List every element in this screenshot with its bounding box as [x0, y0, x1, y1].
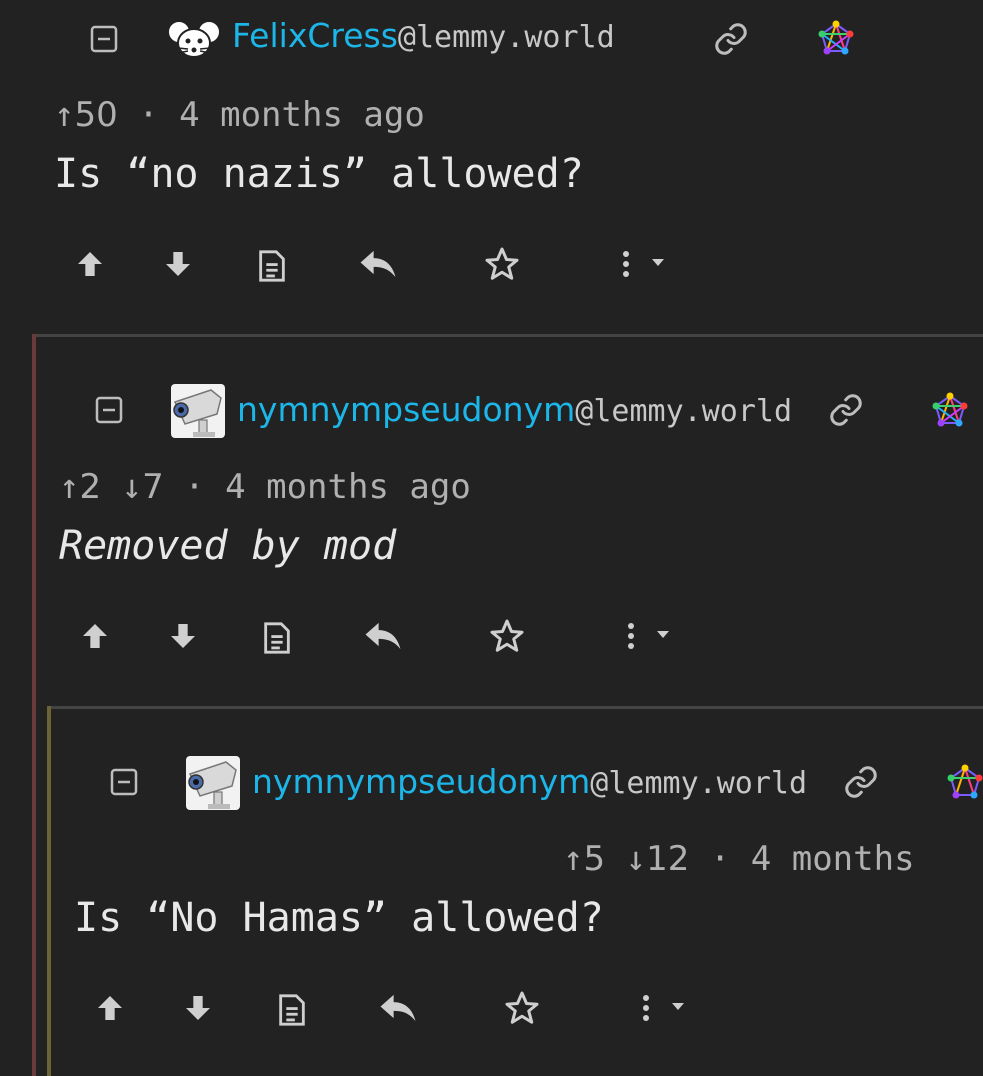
- thread-divider: [47, 706, 983, 709]
- username-link[interactable]: nymnympseudonym@lemmy.world: [252, 762, 807, 804]
- link-icon[interactable]: [843, 764, 879, 800]
- view-source-button[interactable]: [255, 616, 299, 660]
- instance: @lemmy.world: [590, 766, 808, 801]
- mouse-avatar-icon[interactable]: [166, 18, 222, 60]
- save-star-button[interactable]: [485, 614, 529, 658]
- upvote-count: 2: [79, 467, 102, 507]
- link-icon[interactable]: [828, 392, 864, 428]
- thread-border: [32, 334, 36, 1076]
- downvote-count-icon: ↓: [121, 467, 143, 507]
- comment-meta: ↑2 ↓7 · 4 months ago: [59, 467, 471, 507]
- view-source-button[interactable]: [270, 988, 314, 1032]
- view-source-button[interactable]: [250, 244, 294, 288]
- camera-avatar-icon[interactable]: [186, 756, 240, 810]
- instance: @lemmy.world: [397, 20, 615, 55]
- more-options-button[interactable]: [624, 986, 704, 1030]
- comment-content: Is “No Hamas” allowed?: [74, 895, 604, 941]
- save-star-button[interactable]: [500, 986, 544, 1030]
- collapse-icon[interactable]: [95, 396, 123, 424]
- timestamp: 4 months ago: [179, 95, 425, 135]
- upvote-button[interactable]: [73, 614, 117, 658]
- save-star-button[interactable]: [480, 242, 524, 286]
- comment-meta: ↑50 · 4 months ago: [54, 95, 425, 135]
- fediverse-icon[interactable]: [947, 764, 983, 800]
- reply-button[interactable]: [356, 242, 400, 286]
- upvote-count-icon: ↑: [563, 839, 584, 879]
- comment-meta: ↑5 ↓12 · 4 months: [563, 839, 915, 879]
- timestamp: 4 months: [750, 839, 915, 879]
- downvote-button[interactable]: [161, 614, 205, 658]
- removed-notice: Removed by mod: [59, 523, 397, 569]
- downvote-count-icon: ↓: [625, 839, 647, 879]
- downvote-button[interactable]: [176, 986, 220, 1030]
- fediverse-icon[interactable]: [932, 392, 968, 428]
- reply-button[interactable]: [376, 986, 420, 1030]
- username-link[interactable]: nymnympseudonym@lemmy.world: [237, 390, 792, 432]
- downvote-count: 12: [646, 839, 690, 879]
- upvote-count-icon: ↑: [59, 467, 80, 507]
- upvote-count: 50: [74, 95, 118, 135]
- collapse-icon[interactable]: [90, 25, 118, 53]
- camera-avatar-icon[interactable]: [171, 384, 225, 438]
- upvote-button[interactable]: [88, 986, 132, 1030]
- timestamp: 4 months ago: [225, 467, 471, 507]
- username-link[interactable]: FelixCress@lemmy.world: [232, 16, 615, 58]
- thread-border: [47, 706, 51, 1076]
- username[interactable]: nymnympseudonym: [237, 390, 575, 429]
- downvote-count: 7: [142, 467, 164, 507]
- instance: @lemmy.world: [575, 394, 793, 429]
- collapse-icon[interactable]: [110, 768, 138, 796]
- upvote-count: 5: [583, 839, 606, 879]
- more-options-button[interactable]: [609, 614, 689, 658]
- more-options-button[interactable]: [604, 242, 684, 286]
- upvote-button[interactable]: [68, 242, 112, 286]
- link-icon[interactable]: [713, 21, 749, 57]
- upvote-count-icon: ↑: [54, 95, 75, 135]
- reply-button[interactable]: [361, 614, 405, 658]
- downvote-button[interactable]: [156, 242, 200, 286]
- username[interactable]: nymnympseudonym: [252, 762, 590, 801]
- thread-divider: [32, 334, 983, 337]
- username[interactable]: FelixCress: [232, 16, 398, 55]
- comment-content: Is “no nazis” allowed?: [54, 151, 584, 197]
- fediverse-icon[interactable]: [818, 20, 854, 56]
